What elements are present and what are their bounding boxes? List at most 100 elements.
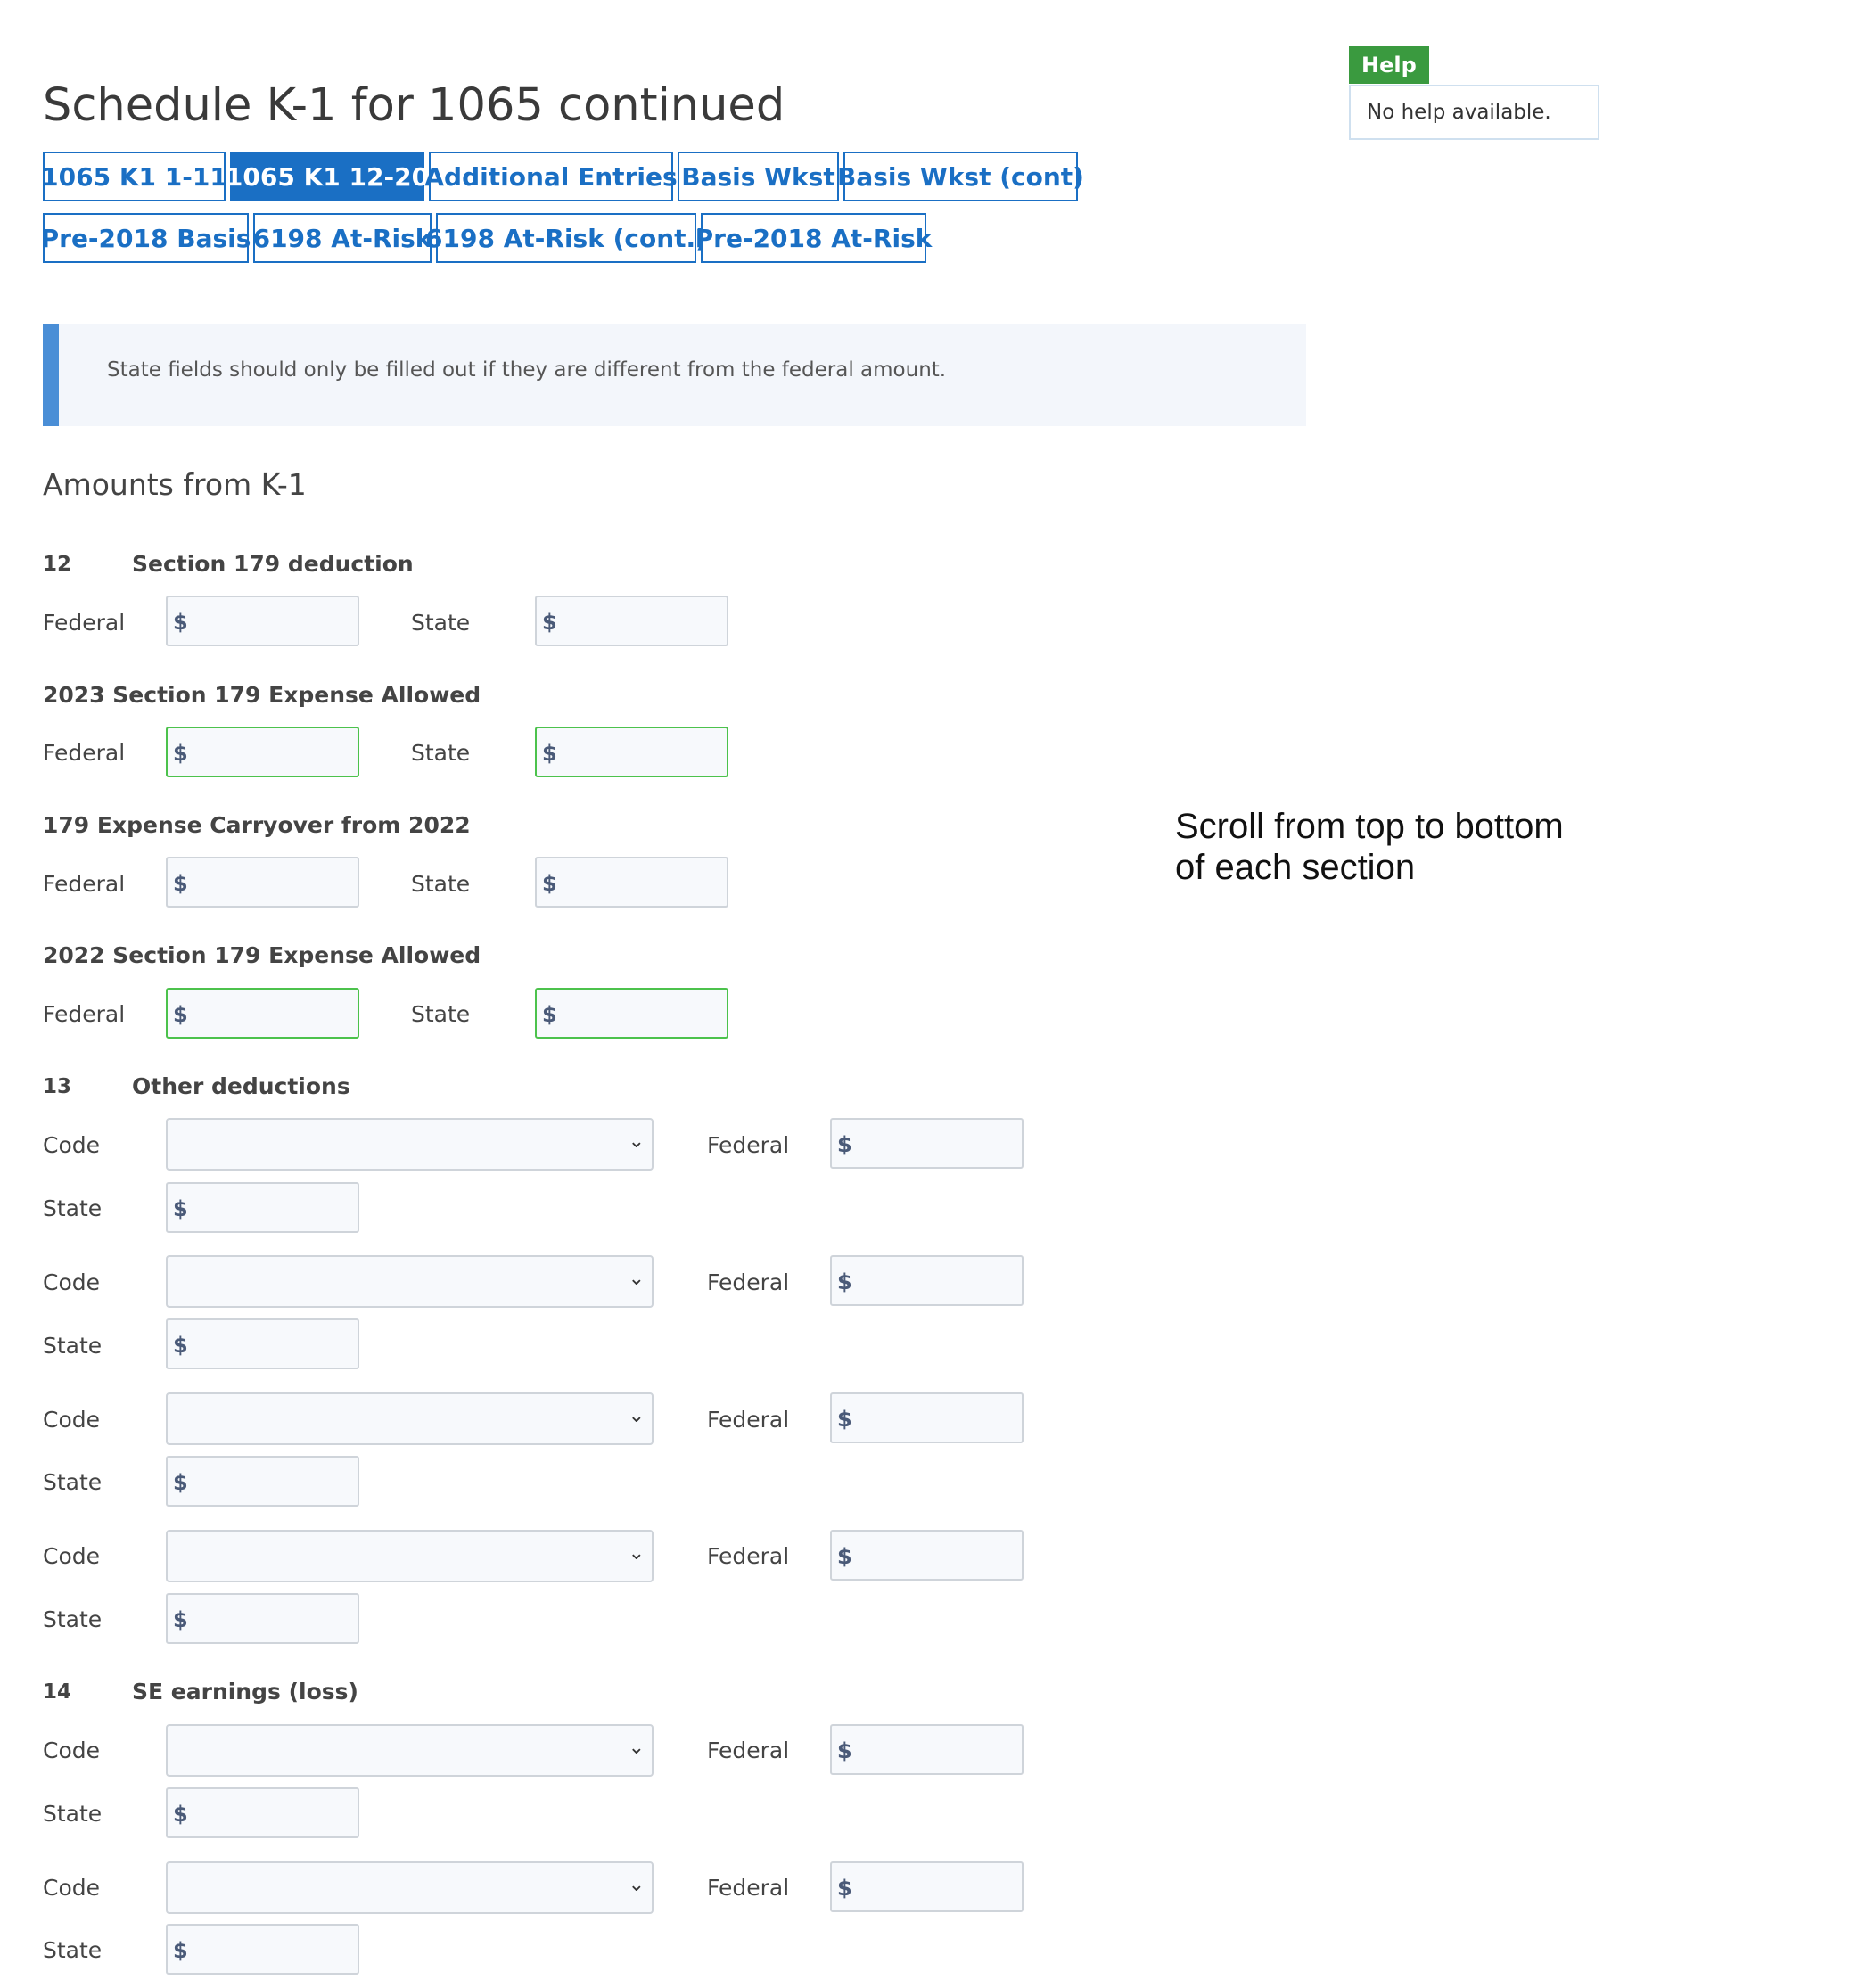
amount-field[interactable] [193, 601, 357, 644]
state-label: State [411, 740, 471, 766]
amount-field[interactable] [193, 732, 357, 775]
other-deductions-federal-input[interactable]: $ [830, 1118, 1024, 1169]
dollar-icon: $ [837, 1407, 852, 1432]
state-label: State [411, 871, 471, 897]
other-deductions-state-input[interactable]: $ [166, 1593, 359, 1644]
other-deductions-state-input[interactable]: $ [166, 1318, 359, 1369]
amount-field[interactable] [562, 862, 726, 905]
other-deductions-code-select[interactable]: ⌄ [166, 1392, 654, 1445]
other-deductions-code-select[interactable]: ⌄ [166, 1255, 654, 1308]
expense-allowed-2022-state-input[interactable]: $ [535, 988, 728, 1039]
federal-label: Federal [707, 1543, 790, 1569]
help-panel: No help available. [1349, 85, 1599, 140]
federal-label: Federal [43, 740, 126, 766]
dollar-icon: $ [173, 1196, 188, 1221]
dollar-icon: $ [837, 1544, 852, 1569]
dollar-icon: $ [837, 1876, 852, 1901]
state-fields-notice: State fields should only be filled out i… [43, 324, 1306, 426]
state-label: State [43, 1606, 103, 1632]
amount-field[interactable] [857, 1729, 1021, 1772]
se-earnings-federal-input[interactable]: $ [830, 1724, 1024, 1775]
other-deductions-federal-input[interactable]: $ [830, 1530, 1024, 1581]
dollar-icon: $ [542, 871, 557, 896]
carryover-2022-state-input[interactable]: $ [535, 857, 728, 908]
dollar-icon: $ [837, 1269, 852, 1294]
code-label: Code [43, 1407, 101, 1433]
amount-field[interactable] [193, 1461, 357, 1504]
amount-field[interactable] [193, 1324, 357, 1367]
section-179-2023-title: 2023 Section 179 Expense Allowed [43, 682, 481, 708]
amount-field[interactable] [193, 993, 357, 1036]
line-13-number: 13 [43, 1075, 72, 1098]
amount-field[interactable] [193, 1187, 357, 1230]
dollar-icon: $ [542, 741, 557, 766]
federal-label: Federal [707, 1269, 790, 1295]
line-12-number: 12 [43, 553, 72, 576]
tab-basis-wkst-cont[interactable]: Basis Wkst (cont) [837, 152, 1084, 201]
other-deductions-federal-input[interactable]: $ [830, 1255, 1024, 1306]
tab-additional-entries[interactable]: Additional Entries [424, 152, 678, 201]
dollar-icon: $ [173, 610, 188, 635]
scroll-annotation-line-1: Scroll from top to bottom [1175, 807, 1564, 846]
notice-text: State fields should only be filled out i… [107, 358, 947, 382]
amount-field[interactable] [857, 1123, 1021, 1166]
se-earnings-state-input[interactable]: $ [166, 1787, 359, 1838]
carryover-2022-federal-input[interactable]: $ [166, 857, 359, 908]
federal-label: Federal [707, 1875, 790, 1901]
scroll-annotation: Scroll from top to bottom of each sectio… [1175, 806, 1564, 888]
tab-6198-at-risk-cont[interactable]: 6198 At-Risk (cont.) [425, 213, 707, 263]
tab-basis-wkst[interactable]: Basis Wkst [678, 152, 839, 201]
dollar-icon: $ [173, 1938, 188, 1963]
amount-field[interactable] [193, 1793, 357, 1836]
line12-state-input[interactable]: $ [535, 596, 728, 646]
line-14-title: SE earnings (loss) [132, 1679, 358, 1705]
tab-1065-k1-1-11[interactable]: 1065 K1 1-11 [41, 152, 227, 201]
other-deductions-federal-input[interactable]: $ [830, 1392, 1024, 1443]
amount-field[interactable] [857, 1261, 1021, 1303]
code-label: Code [43, 1875, 101, 1901]
federal-label: Federal [707, 1407, 790, 1433]
state-label: State [43, 1469, 103, 1495]
help-badge[interactable]: Help [1349, 46, 1429, 84]
expense-allowed-2023-federal-input[interactable]: $ [166, 727, 359, 777]
dollar-icon: $ [173, 741, 188, 766]
line12-federal-input[interactable]: $ [166, 596, 359, 646]
dollar-icon: $ [837, 1132, 852, 1157]
help-text: No help available. [1367, 101, 1551, 124]
state-label: State [411, 1001, 471, 1027]
se-earnings-code-select[interactable]: ⌄ [166, 1861, 654, 1914]
tab-pre-2018-basis[interactable]: Pre-2018 Basis [41, 213, 251, 263]
other-deductions-code-select[interactable]: ⌄ [166, 1530, 654, 1582]
tab-6198-at-risk[interactable]: 6198 At-Risk [253, 213, 432, 263]
se-earnings-code-select[interactable]: ⌄ [166, 1724, 654, 1777]
amount-field[interactable] [562, 732, 726, 775]
state-label: State [43, 1333, 103, 1359]
section-179-2022-title: 2022 Section 179 Expense Allowed [43, 942, 481, 968]
code-label: Code [43, 1737, 101, 1763]
tab-1065-k1-12-20[interactable]: 1065 K1 12-20 [226, 152, 429, 201]
federal-label: Federal [707, 1132, 790, 1158]
amount-field[interactable] [193, 862, 357, 905]
se-earnings-state-input[interactable]: $ [166, 1924, 359, 1975]
amount-field[interactable] [193, 1929, 357, 1972]
federal-label: Federal [43, 871, 126, 897]
other-deductions-state-input[interactable]: $ [166, 1456, 359, 1507]
code-label: Code [43, 1543, 101, 1569]
amount-field[interactable] [857, 1867, 1021, 1910]
other-deductions-code-select[interactable]: ⌄ [166, 1118, 654, 1171]
amount-field[interactable] [562, 993, 726, 1036]
expense-allowed-2023-state-input[interactable]: $ [535, 727, 728, 777]
scroll-annotation-line-2: of each section [1175, 848, 1416, 887]
amount-field[interactable] [193, 1598, 357, 1641]
federal-label: Federal [43, 610, 126, 636]
amount-field[interactable] [857, 1398, 1021, 1441]
tab-pre-2018-at-risk[interactable]: Pre-2018 At-Risk [695, 213, 932, 263]
state-label: State [43, 1195, 103, 1221]
line-14-number: 14 [43, 1680, 72, 1704]
chevron-down-icon: ⌄ [628, 1874, 645, 1896]
amount-field[interactable] [562, 601, 726, 644]
se-earnings-federal-input[interactable]: $ [830, 1861, 1024, 1912]
other-deductions-state-input[interactable]: $ [166, 1182, 359, 1233]
expense-allowed-2022-federal-input[interactable]: $ [166, 988, 359, 1039]
amount-field[interactable] [857, 1535, 1021, 1578]
